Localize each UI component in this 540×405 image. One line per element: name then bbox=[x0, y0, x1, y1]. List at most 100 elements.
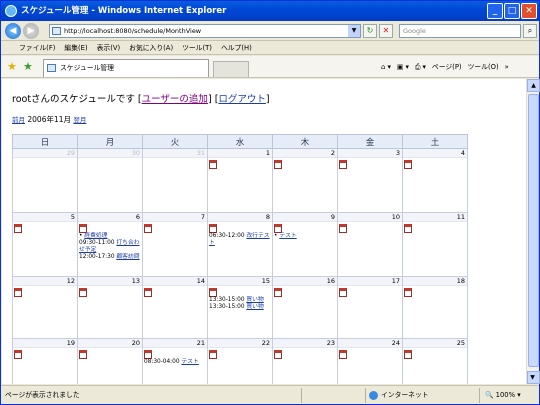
tab-bar: ★ ★ スケジュール管理 ⌂ ▾ ▣ ▾ ⎙ ▾ ページ(P) ツール(O) » bbox=[1, 56, 539, 78]
security-zone[interactable]: インターネット bbox=[369, 386, 429, 404]
add-schedule-icon[interactable] bbox=[79, 350, 87, 359]
add-schedule-icon[interactable] bbox=[274, 160, 282, 169]
next-month-link[interactable]: 翌月 bbox=[73, 116, 86, 124]
add-schedule-icon[interactable] bbox=[404, 350, 412, 359]
add-schedule-icon[interactable] bbox=[144, 350, 152, 359]
title-bar[interactable]: スケジュール管理 - Windows Internet Explorer _ □… bbox=[1, 1, 539, 21]
add-schedule-icon[interactable] bbox=[209, 288, 217, 297]
calendar-day-cell[interactable]: 25 bbox=[402, 338, 468, 384]
add-schedule-icon[interactable] bbox=[14, 350, 22, 359]
tools-menu[interactable]: ツール(O) bbox=[468, 61, 499, 73]
menu-edit[interactable]: 編集(E) bbox=[64, 42, 87, 54]
add-user-link[interactable]: ユーザーの追加 bbox=[142, 94, 208, 105]
search-field[interactable]: Google bbox=[399, 24, 521, 38]
menu-view[interactable]: 表示(V) bbox=[97, 42, 121, 54]
calendar-day-cell[interactable]: 6 • 経費処理 09:30-11:00 打ち合わせ予定 12:00-17:30 顧客… bbox=[77, 212, 143, 277]
scroll-thumb[interactable] bbox=[528, 94, 539, 367]
calendar-day-cell[interactable]: 10 bbox=[337, 212, 403, 277]
calendar-day-cell[interactable]: 17 bbox=[337, 276, 403, 339]
back-button[interactable]: ◀ bbox=[5, 23, 21, 39]
refresh-button[interactable]: ↻ bbox=[363, 24, 377, 38]
calendar-day-cell[interactable]: 30 bbox=[77, 148, 143, 213]
close-button[interactable]: ✕ bbox=[521, 3, 537, 19]
add-schedule-icon[interactable] bbox=[274, 288, 282, 297]
calendar-day-cell[interactable]: 12 bbox=[12, 276, 78, 339]
calendar-day-cell[interactable]: 13 bbox=[77, 276, 143, 339]
calendar-day-cell[interactable]: 9 • テスト bbox=[272, 212, 338, 277]
add-schedule-icon[interactable] bbox=[404, 224, 412, 233]
more-chevron-icon[interactable]: » bbox=[505, 61, 509, 73]
entry-title-link[interactable]: 買い物 bbox=[246, 304, 263, 310]
add-schedule-icon[interactable] bbox=[404, 288, 412, 297]
add-schedule-icon[interactable] bbox=[79, 224, 87, 233]
schedule-entry: 12:00-17:30 顧客訪問 bbox=[78, 254, 142, 261]
calendar-day-cell[interactable]: 11 bbox=[402, 212, 468, 277]
favorites-star-icon[interactable]: ★ bbox=[7, 60, 17, 73]
entry-title-link[interactable]: テスト bbox=[181, 359, 198, 365]
calendar-day-cell[interactable]: 18 bbox=[402, 276, 468, 339]
add-schedule-icon[interactable] bbox=[209, 160, 217, 169]
entry-title-link[interactable]: 買い物 bbox=[246, 297, 263, 303]
calendar-day-cell[interactable]: 4 bbox=[402, 148, 468, 213]
menu-help[interactable]: ヘルプ(H) bbox=[221, 42, 252, 54]
calendar-day-cell[interactable]: 21 08:30-04:00 テスト bbox=[142, 338, 208, 384]
stop-button[interactable]: ✕ bbox=[379, 24, 393, 38]
tab-schedule[interactable]: スケジュール管理 bbox=[43, 59, 209, 77]
calendar-day-cell[interactable]: 23 bbox=[272, 338, 338, 384]
address-field[interactable]: http://localhost:8080/schedule/MonthView… bbox=[49, 24, 361, 38]
scroll-down-button[interactable]: ▼ bbox=[527, 371, 540, 384]
print-icon[interactable]: ⎙ ▾ bbox=[415, 61, 426, 73]
calendar-day-cell[interactable]: 5 bbox=[12, 212, 78, 277]
vertical-scrollbar[interactable]: ▲ ▼ bbox=[526, 79, 540, 384]
add-schedule-icon[interactable] bbox=[14, 288, 22, 297]
address-dropdown-icon[interactable]: ▼ bbox=[348, 25, 360, 37]
calendar-day-cell[interactable]: 7 bbox=[142, 212, 208, 277]
calendar-day-cell[interactable]: 3 bbox=[337, 148, 403, 213]
tab-page-icon bbox=[47, 64, 56, 72]
menu-favorites[interactable]: お気に入り(A) bbox=[129, 42, 173, 54]
scroll-up-button[interactable]: ▲ bbox=[527, 79, 540, 92]
zoom-control[interactable]: 🔍 100% ▾ bbox=[485, 386, 521, 404]
calendar-day-cell[interactable]: 1 bbox=[207, 148, 273, 213]
search-icon[interactable]: ⌕ bbox=[523, 24, 537, 38]
home-icon[interactable]: ⌂ ▾ bbox=[381, 61, 391, 73]
feeds-icon[interactable]: ▣ ▾ bbox=[397, 61, 409, 73]
add-schedule-icon[interactable] bbox=[339, 288, 347, 297]
add-schedule-icon[interactable] bbox=[339, 160, 347, 169]
add-schedule-icon[interactable] bbox=[209, 350, 217, 359]
page-menu[interactable]: ページ(P) bbox=[432, 61, 462, 73]
add-schedule-icon[interactable] bbox=[339, 350, 347, 359]
calendar-day-cell[interactable]: 31 bbox=[142, 148, 208, 213]
add-favorites-icon[interactable]: ★ bbox=[23, 60, 33, 73]
add-schedule-icon[interactable] bbox=[274, 224, 282, 233]
menu-file[interactable]: ファイル(F) bbox=[19, 42, 55, 54]
entry-title-link[interactable]: 経費処理 bbox=[84, 233, 107, 239]
calendar-day-cell[interactable]: 20 bbox=[77, 338, 143, 384]
prev-month-link[interactable]: 前月 bbox=[12, 116, 25, 124]
new-tab-button[interactable] bbox=[213, 61, 249, 77]
forward-button[interactable]: ▶ bbox=[23, 23, 39, 39]
add-schedule-icon[interactable] bbox=[209, 224, 217, 233]
entry-title-link[interactable]: テスト bbox=[279, 233, 296, 239]
add-schedule-icon[interactable] bbox=[79, 288, 87, 297]
minimize-button[interactable]: _ bbox=[487, 3, 503, 19]
calendar-day-cell[interactable]: 22 bbox=[207, 338, 273, 384]
maximize-button[interactable]: □ bbox=[504, 3, 520, 19]
add-schedule-icon[interactable] bbox=[144, 288, 152, 297]
add-schedule-icon[interactable] bbox=[274, 350, 282, 359]
calendar-day-cell[interactable]: 14 bbox=[142, 276, 208, 339]
entry-title-link[interactable]: 顧客訪問 bbox=[116, 254, 139, 260]
add-schedule-icon[interactable] bbox=[144, 224, 152, 233]
logout-link[interactable]: ログアウト bbox=[218, 94, 266, 105]
add-schedule-icon[interactable] bbox=[14, 224, 22, 233]
calendar-day-cell[interactable]: 24 bbox=[337, 338, 403, 384]
add-schedule-icon[interactable] bbox=[404, 160, 412, 169]
calendar-day-cell[interactable]: 15 13:30-15:00 買い物 13:30-15:00 買い物 bbox=[207, 276, 273, 339]
calendar-day-cell[interactable]: 8 06:30-12:00 改行テスト bbox=[207, 212, 273, 277]
calendar-day-cell[interactable]: 19 bbox=[12, 338, 78, 384]
menu-tools[interactable]: ツール(T) bbox=[182, 42, 212, 54]
calendar-day-cell[interactable]: 16 bbox=[272, 276, 338, 339]
calendar-day-cell[interactable]: 2 bbox=[272, 148, 338, 213]
add-schedule-icon[interactable] bbox=[339, 224, 347, 233]
calendar-day-cell[interactable]: 29 bbox=[12, 148, 78, 213]
